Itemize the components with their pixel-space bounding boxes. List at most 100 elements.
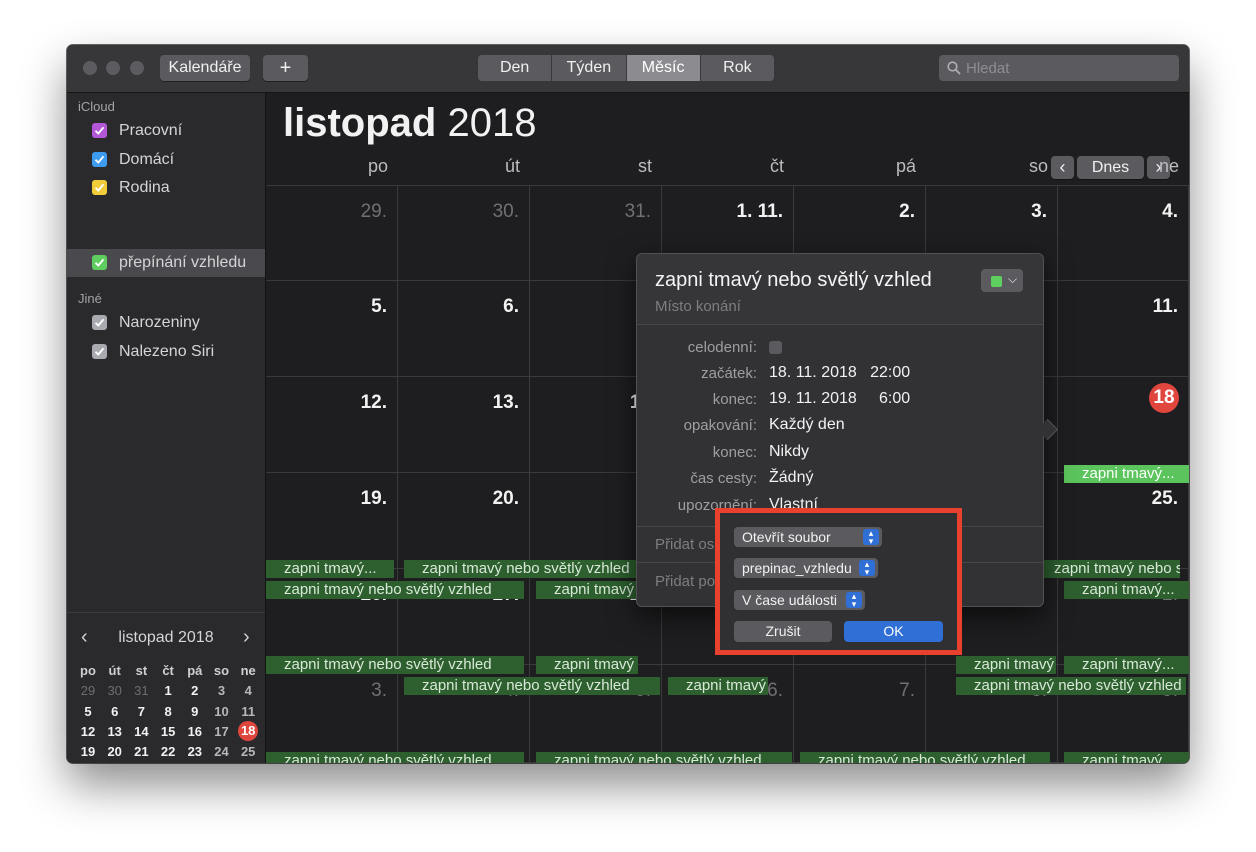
day-cell[interactable]: 12.	[266, 377, 398, 473]
day-cell[interactable]: 30.	[398, 185, 530, 281]
event-item[interactable]: zapni tmavý nebo světlý vzhled	[956, 656, 1056, 674]
event-item[interactable]: zapni tmavý nebo světlý vzhled	[1036, 560, 1180, 578]
tab-week[interactable]: Týden	[552, 55, 627, 81]
calendar-checkbox[interactable]	[92, 315, 107, 330]
event-item[interactable]: zapni tmavý nebo světlý vzhled	[266, 581, 524, 599]
calendars-button[interactable]: Kalendáře	[160, 55, 250, 81]
event-item[interactable]: zapni tmavý nebo světlý vzhled	[536, 581, 638, 599]
tab-year[interactable]: Rok	[700, 55, 774, 81]
mini-day[interactable]: 25	[235, 744, 261, 759]
repeat-value[interactable]: Každý den	[769, 416, 845, 434]
day-cell[interactable]: 11.	[1058, 281, 1189, 377]
day-cell[interactable]: 18	[1058, 377, 1189, 473]
add-invitees[interactable]: Přidat os	[655, 536, 714, 553]
mini-day[interactable]: 30	[102, 683, 128, 698]
calendar-checkbox[interactable]	[92, 255, 107, 270]
calendar-checkbox[interactable]	[92, 344, 107, 359]
event-item[interactable]: zapni tmavý...	[1064, 581, 1189, 599]
calendar-checkbox[interactable]	[92, 152, 107, 167]
mini-day[interactable]: 19	[75, 744, 101, 759]
event-item[interactable]: zapni tmavý nebo světlý vzhled	[536, 752, 792, 763]
mini-day[interactable]: 7	[128, 704, 154, 719]
mini-day[interactable]: 21	[128, 744, 154, 759]
sidebar-item-rodina[interactable]: Rodina	[67, 174, 265, 202]
sidebar-item-pracovni[interactable]: Pracovní	[67, 117, 265, 145]
calendar-color-picker[interactable]: ⌵	[981, 269, 1023, 292]
event-item[interactable]: zapni tmavý nebo světlý vzhled	[956, 677, 1186, 695]
day-cell[interactable]: 19.	[266, 473, 398, 569]
event-item[interactable]: zapni tmavý nebo světlý vzhled	[404, 560, 660, 578]
start-value[interactable]: 18. 11. 2018 22:00	[769, 364, 910, 382]
mini-day[interactable]: 2	[182, 683, 208, 698]
day-cell[interactable]: 6.	[398, 281, 530, 377]
sidebar-item-domaci[interactable]: Domácí	[67, 146, 265, 174]
mini-day[interactable]: 17	[209, 724, 235, 739]
end-value[interactable]: 19. 11. 2018 6:00	[769, 390, 910, 408]
mini-day[interactable]: 29	[75, 683, 101, 698]
mini-next-month-icon[interactable]: ›	[243, 626, 250, 649]
mini-day[interactable]: 15	[155, 724, 181, 739]
day-cell[interactable]: 3.	[266, 665, 398, 763]
sidebar-item-nalezeno-siri[interactable]: Nalezeno Siri	[67, 338, 265, 366]
day-cell[interactable]: 5.	[266, 281, 398, 377]
alert-action-select[interactable]: Otevřít soubor ▴ ▾	[734, 527, 882, 547]
event-item[interactable]: zapni tmavý...	[266, 560, 394, 578]
tab-day[interactable]: Den	[478, 55, 553, 81]
calendar-checkbox[interactable]	[92, 180, 107, 195]
close-window-button[interactable]	[83, 61, 97, 75]
event-title-field[interactable]: zapni tmavý nebo světlý vzhled	[655, 269, 932, 292]
mini-day[interactable]: 22	[155, 744, 181, 759]
cancel-button[interactable]: Zrušit	[734, 621, 832, 642]
ok-button[interactable]: OK	[844, 621, 943, 642]
day-cell[interactable]: 25.	[1058, 473, 1189, 569]
mini-day[interactable]: 23	[182, 744, 208, 759]
event-item[interactable]: zapni tmavý nebo světlý vzhled	[404, 677, 660, 695]
mini-day[interactable]: 3	[209, 683, 235, 698]
mini-day[interactable]: 11	[235, 704, 261, 719]
repeat-end-value[interactable]: Nikdy	[769, 443, 809, 461]
search-field[interactable]: Hledat	[939, 55, 1179, 81]
mini-day[interactable]: 9	[182, 704, 208, 719]
sidebar-item-narozeniny[interactable]: Narozeniny	[67, 309, 265, 337]
alert-file-select[interactable]: prepinac_vzhledu ▴ ▾	[734, 558, 878, 578]
search-input[interactable]: Hledat	[966, 60, 1009, 77]
allday-checkbox[interactable]	[769, 341, 782, 354]
zoom-window-button[interactable]	[130, 61, 144, 75]
mini-day[interactable]: 10	[209, 704, 235, 719]
event-item[interactable]: zapni tmavý...	[1064, 465, 1189, 483]
travel-time-value[interactable]: Žádný	[769, 469, 813, 487]
event-item[interactable]: zapni tmavý nebo světlý vzhled	[668, 677, 768, 695]
tab-month[interactable]: Měsíc	[626, 55, 701, 81]
day-cell[interactable]: 13.	[398, 377, 530, 473]
mini-day[interactable]: 8	[155, 704, 181, 719]
mini-day[interactable]: 16	[182, 724, 208, 739]
add-event-button[interactable]: +	[263, 55, 308, 81]
event-item[interactable]: zapni tmavý nebo světlý vzhled	[536, 656, 638, 674]
day-cell[interactable]: 7.	[794, 665, 926, 763]
event-item[interactable]: zapni tmavý...	[1064, 656, 1189, 674]
mini-day[interactable]: 14	[128, 724, 154, 739]
location-field[interactable]: Místo konání	[655, 298, 741, 315]
event-item[interactable]: zapni tmavý nebo světlý vzhled	[800, 752, 1050, 763]
mini-today[interactable]: 18	[238, 720, 259, 741]
day-cell[interactable]: 4.	[1058, 185, 1189, 281]
sidebar-item-prepinani-vzhledu[interactable]: přepínání vzhledu	[67, 249, 265, 277]
minimize-window-button[interactable]	[106, 61, 120, 75]
event-item[interactable]: zapni tmavý...	[1064, 752, 1189, 763]
add-notes[interactable]: Přidat po	[655, 573, 715, 590]
mini-day[interactable]: 1	[155, 683, 181, 698]
day-cell[interactable]: 29.	[266, 185, 398, 281]
mini-day[interactable]: 4	[235, 683, 261, 698]
mini-day[interactable]: 13	[102, 724, 128, 739]
event-item[interactable]: zapni tmavý nebo světlý vzhled	[266, 752, 524, 763]
mini-day[interactable]: 24	[209, 744, 235, 759]
event-item[interactable]: zapni tmavý nebo světlý vzhled	[266, 656, 524, 674]
mini-day[interactable]: 31	[128, 683, 154, 698]
mini-day[interactable]: 5	[75, 704, 101, 719]
mini-day[interactable]: 20	[102, 744, 128, 759]
calendar-checkbox[interactable]	[92, 123, 107, 138]
alert-timing-select[interactable]: V čase události ▴ ▾	[734, 590, 865, 610]
day-cell[interactable]: 20.	[398, 473, 530, 569]
mini-day[interactable]: 12	[75, 724, 101, 739]
mini-day[interactable]: 6	[102, 704, 128, 719]
